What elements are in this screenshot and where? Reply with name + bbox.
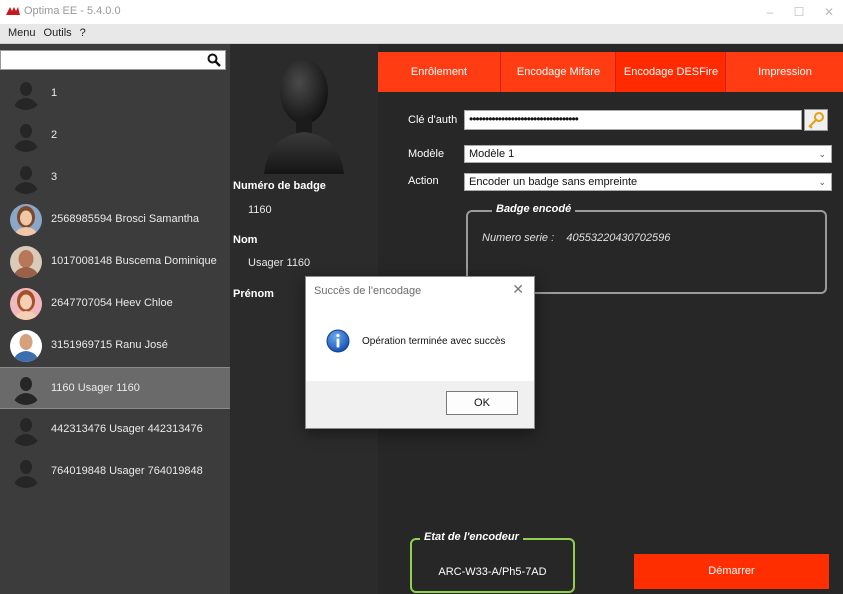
user-silhouette-icon xyxy=(10,78,42,110)
window-title: Optima EE - 5.4.0.0 xyxy=(24,5,121,17)
tab-bar: Enrôlement Encodage Mifare Encodage DESF… xyxy=(378,52,843,92)
user-photo-avatar xyxy=(10,330,42,362)
action-label: Action xyxy=(408,175,439,187)
user-list-item[interactable]: 3151969715 Ranu José xyxy=(0,325,230,367)
encoder-status-value: ARC-W33-A/Ph5-7AD xyxy=(438,566,547,578)
dialog-close-icon[interactable]: ✕ xyxy=(512,281,524,298)
user-list-item-label: 764019848 Usager 764019848 xyxy=(51,465,203,477)
user-list-item-label: 3 xyxy=(51,171,58,183)
tab-encodage-desfire[interactable]: Encodage DESFire xyxy=(615,52,726,92)
model-select-value: Modèle 1 xyxy=(469,148,515,160)
user-list-item-label: 442313476 Usager 442313476 xyxy=(51,423,203,435)
ok-button[interactable]: OK xyxy=(446,391,518,415)
chevron-down-icon: ⌄ xyxy=(818,149,826,159)
model-label: Modèle xyxy=(408,148,445,160)
user-list-item[interactable]: 1017008148 Buscema Dominique xyxy=(0,241,230,283)
menu-item-outils[interactable]: Outils xyxy=(40,24,76,43)
close-window-button[interactable]: ✕ xyxy=(817,2,841,22)
prenom-label: Prénom xyxy=(233,288,274,300)
user-silhouette-icon xyxy=(10,162,42,194)
title-bar: Optima EE - 5.4.0.0 – ☐ ✕ xyxy=(0,0,843,24)
menu-item-help[interactable]: ? xyxy=(76,24,90,43)
app-logo-icon xyxy=(6,7,20,15)
dialog-message: Opération terminée avec succès xyxy=(362,336,506,347)
key-icon xyxy=(808,112,824,129)
user-silhouette-icon xyxy=(10,456,42,488)
encoder-status-group: Etat de l'encodeur ARC-W33-A/Ph5-7AD xyxy=(410,531,575,593)
user-list-item[interactable]: 2647707054 Heev Chloe xyxy=(0,283,230,325)
search-input[interactable] xyxy=(0,50,226,70)
user-list-panel: 1 2 3 2568985594 Brosci Samantha 1017008… xyxy=(0,44,230,594)
user-list-item[interactable]: 3 xyxy=(0,157,230,199)
tab-enrolement[interactable]: Enrôlement xyxy=(378,52,500,92)
auth-key-label: Clé d'auth xyxy=(408,114,458,126)
dialog-title: Succès de l'encodage xyxy=(314,285,422,297)
dialog-body: Opération terminée avec succès xyxy=(306,309,534,381)
search-icon[interactable] xyxy=(207,53,221,67)
user-list-item-label: 1017008148 Buscema Dominique xyxy=(51,255,217,267)
model-select[interactable]: Modèle 1 ⌄ xyxy=(464,145,832,163)
user-silhouette-icon xyxy=(10,414,42,446)
user-list-item-selected[interactable]: 1160 Usager 1160 xyxy=(0,367,230,409)
user-list-item-label: 2 xyxy=(51,129,58,141)
user-list-item-label: 3151969715 Ranu José xyxy=(51,339,168,351)
serial-number-label: Numero serie : xyxy=(482,232,555,244)
user-photo-avatar xyxy=(10,204,42,236)
badge-number-value: 1160 xyxy=(248,204,272,216)
maximize-button[interactable]: ☐ xyxy=(787,2,811,22)
action-select[interactable]: Encoder un badge sans empreinte ⌄ xyxy=(464,173,832,191)
auth-key-field[interactable]: •••••••••••••••••••••••••••••••••• xyxy=(464,110,802,130)
nom-value: Usager 1160 xyxy=(248,257,311,269)
start-button[interactable]: Démarrer xyxy=(634,554,829,589)
user-list-item-label: 2568985594 Brosci Samantha xyxy=(51,213,199,225)
nom-label: Nom xyxy=(233,234,258,246)
user-list-item[interactable]: 1 xyxy=(0,73,230,115)
user-list-item[interactable]: 764019848 Usager 764019848 xyxy=(0,451,230,493)
menu-bar: Menu Outils? xyxy=(0,24,843,44)
encoder-status-title: Etat de l'encodeur xyxy=(420,531,523,543)
user-list-item-label: 1160 Usager 1160 xyxy=(51,382,140,394)
user-silhouette-icon xyxy=(264,60,344,174)
key-button[interactable] xyxy=(804,109,828,131)
info-icon xyxy=(326,329,350,353)
user-silhouette-icon xyxy=(10,120,42,152)
user-list-item[interactable]: 2 xyxy=(0,115,230,157)
user-list-item[interactable]: 2568985594 Brosci Samantha xyxy=(0,199,230,241)
tab-encodage-mifare[interactable]: Encodage Mifare xyxy=(500,52,616,92)
menu-item-menu[interactable]: Menu xyxy=(0,24,40,43)
user-photo-avatar xyxy=(10,288,42,320)
action-select-value: Encoder un badge sans empreinte xyxy=(469,176,638,188)
user-list-item-label: 2647707054 Heev Chloe xyxy=(51,297,173,309)
success-dialog: Succès de l'encodage ✕ Opération terminé… xyxy=(305,276,535,429)
minimize-button[interactable]: – xyxy=(758,2,782,22)
chevron-down-icon: ⌄ xyxy=(818,177,826,187)
badge-encoded-title: Badge encodé xyxy=(492,203,576,215)
user-silhouette-icon xyxy=(10,373,42,405)
user-photo-avatar xyxy=(10,246,42,278)
serial-number-row: Numero serie : 40553220430702596 xyxy=(482,232,670,244)
user-list-item-label: 1 xyxy=(51,87,58,99)
user-list-item[interactable]: 442313476 Usager 442313476 xyxy=(0,409,230,451)
serial-number-value: 40553220430702596 xyxy=(566,232,671,244)
badge-number-label: Numéro de badge xyxy=(233,180,326,192)
tab-impression[interactable]: Impression xyxy=(725,52,843,92)
dialog-footer: OK xyxy=(306,381,534,428)
